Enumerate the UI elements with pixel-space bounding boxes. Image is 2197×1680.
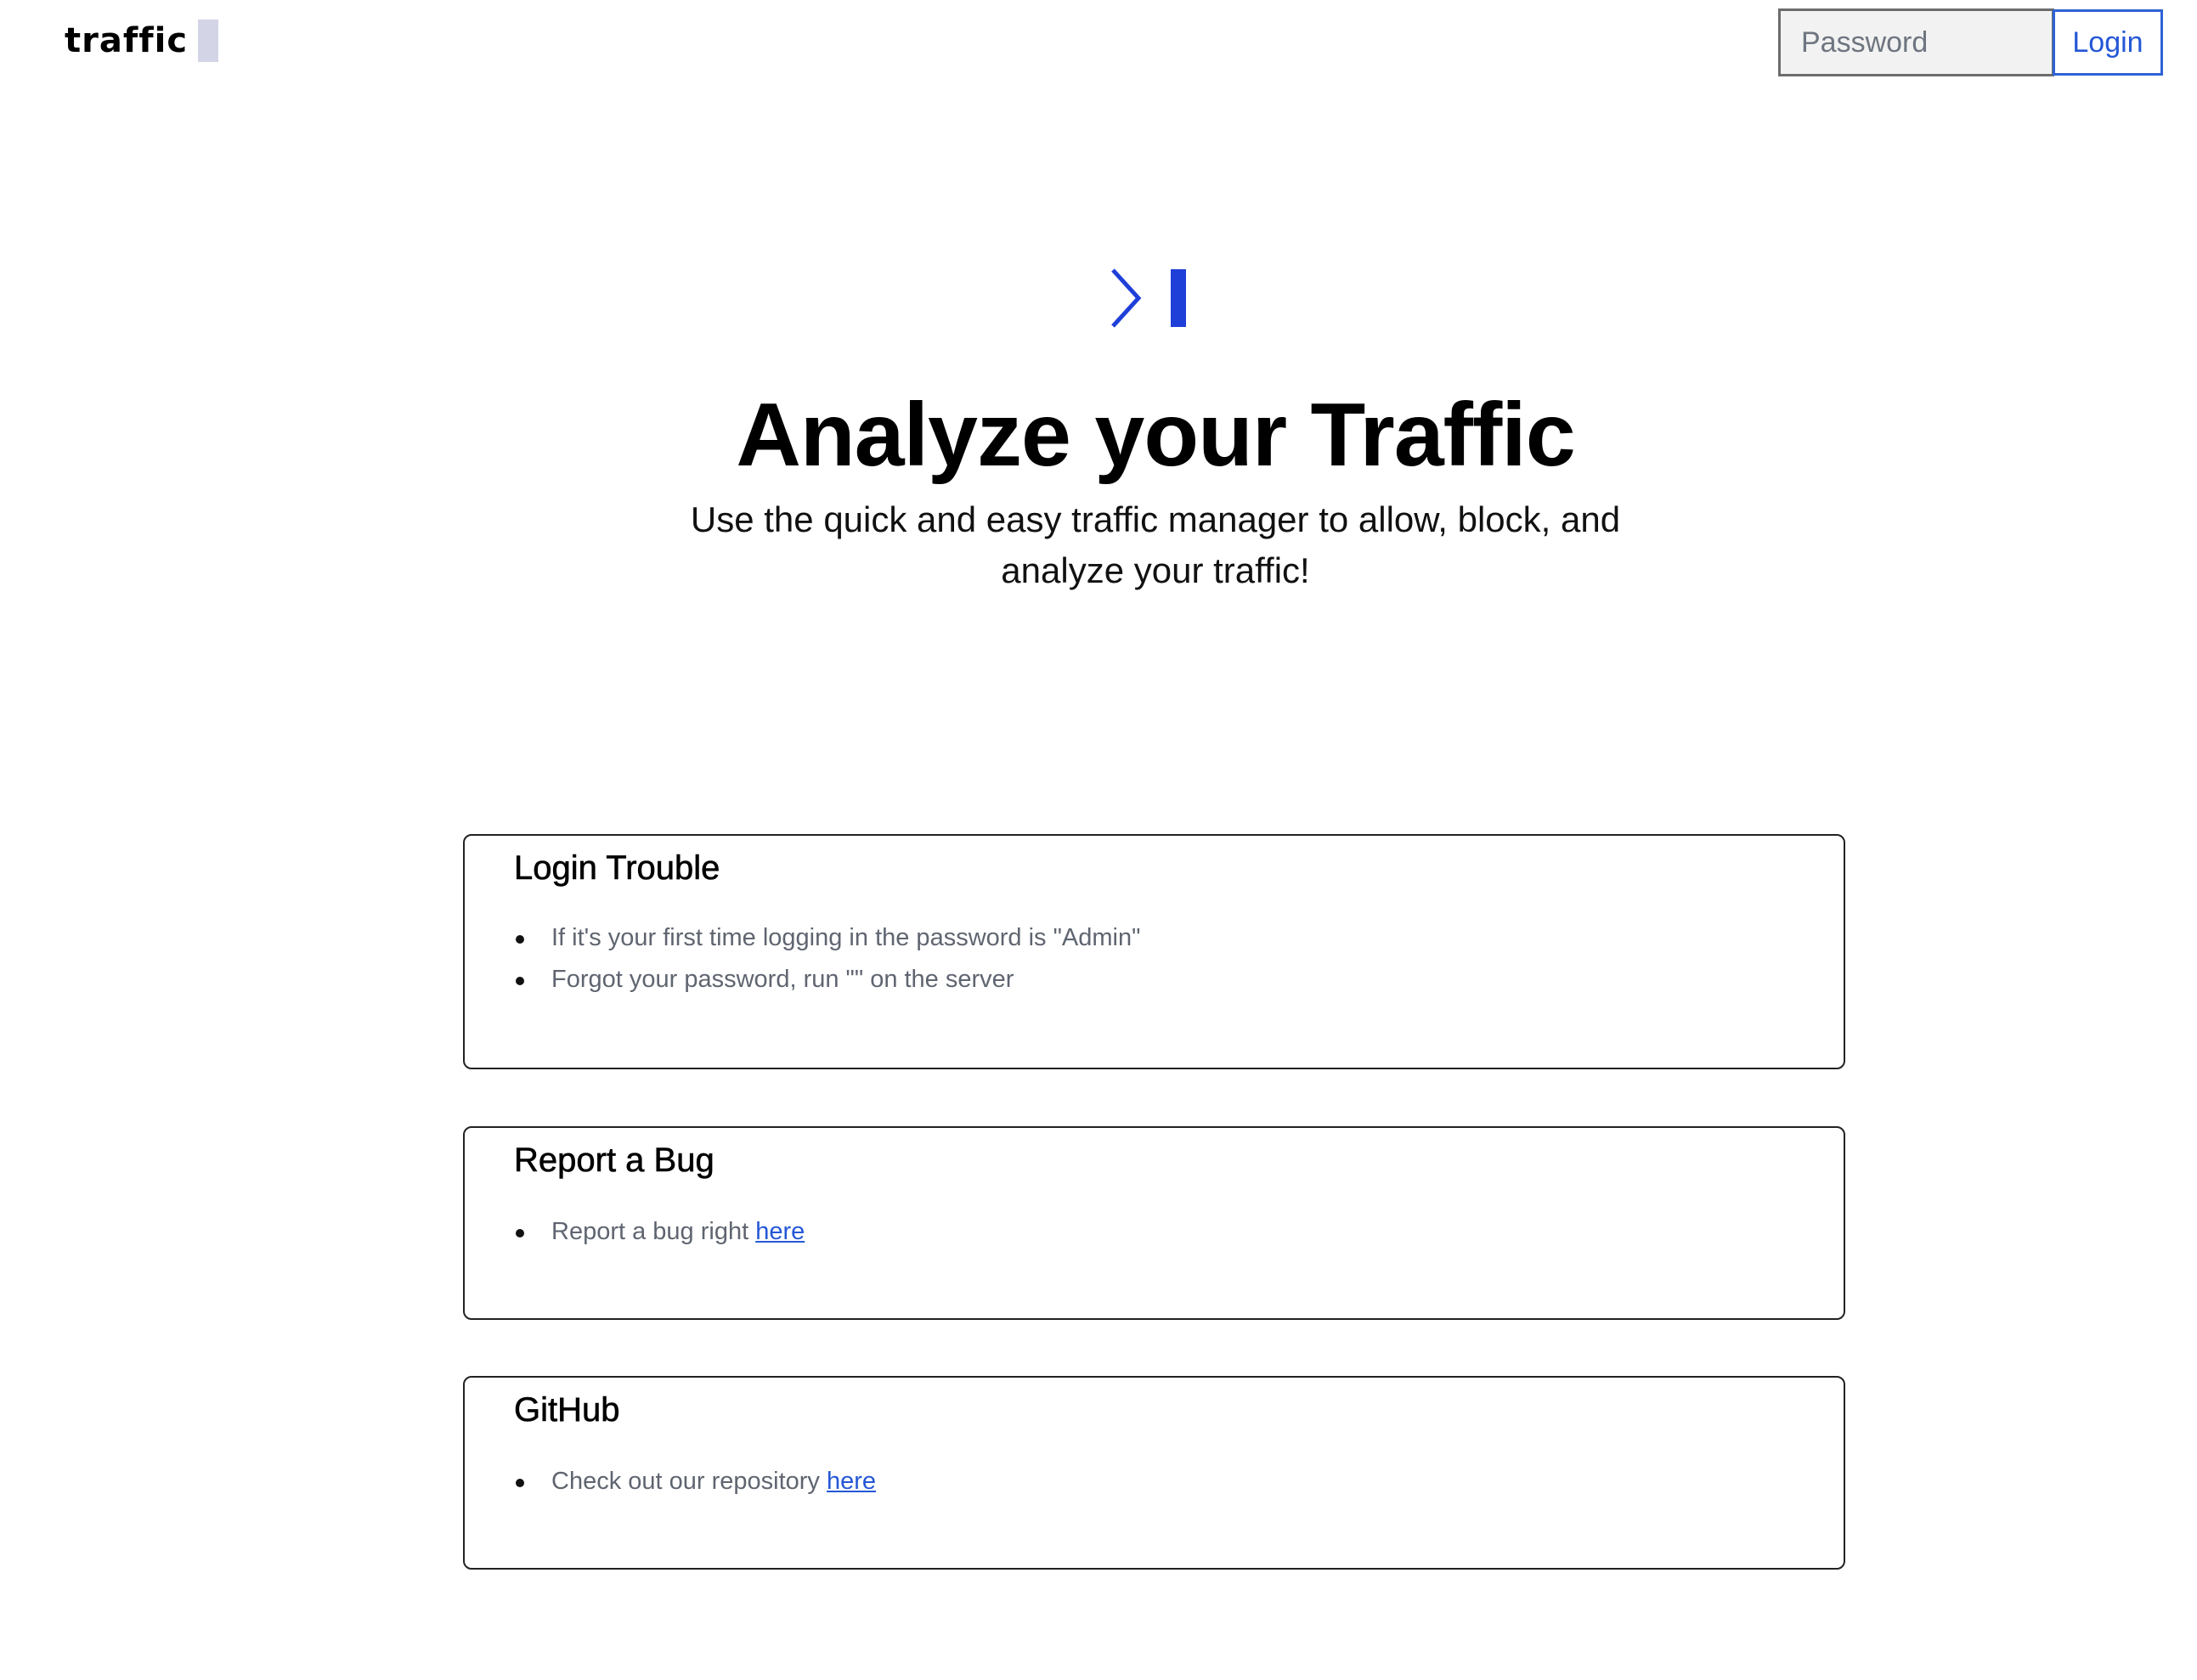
page-subtitle: Use the quick and easy traffic manager t… <box>690 499 1621 590</box>
bullet-icon <box>516 1229 524 1237</box>
github-card: GitHub Check out our repository here <box>463 1376 1845 1570</box>
bullet-icon <box>516 935 524 944</box>
list-item: Check out our repository here <box>514 1461 876 1502</box>
card-title: GitHub <box>514 1391 620 1429</box>
list-item: Report a bug right here <box>514 1211 805 1253</box>
list-item: If it's your first time logging in the p… <box>514 917 1140 959</box>
logo-cursor-block <box>198 20 219 62</box>
login-button[interactable]: Login <box>2053 9 2163 76</box>
logo: traffic <box>65 17 219 65</box>
login-trouble-card: Login Trouble If it's your first time lo… <box>463 834 1845 1069</box>
report-bug-list: Report a bug right here <box>514 1211 805 1253</box>
list-item-text: Report a bug right <box>551 1218 756 1245</box>
list-item: Forgot your password, run "" on the serv… <box>514 959 1140 1001</box>
login-trouble-list: If it's your first time logging in the p… <box>514 917 1140 1001</box>
bullet-icon <box>516 977 524 985</box>
logo-text: traffic <box>65 21 189 60</box>
github-repository-link[interactable]: here <box>827 1468 876 1495</box>
card-title: Login Trouble <box>514 849 720 888</box>
report-bug-card: Report a Bug Report a bug right here <box>463 1126 1845 1320</box>
password-input[interactable] <box>1778 8 2054 76</box>
terminal-prompt-icon <box>1111 268 1186 328</box>
page-title: Analyze your Traffic <box>736 385 1575 485</box>
report-bug-link[interactable]: here <box>755 1218 805 1245</box>
login-form: Login <box>1778 8 2163 76</box>
github-list: Check out our repository here <box>514 1461 876 1502</box>
list-item-text: Check out our repository <box>551 1468 827 1495</box>
bullet-icon <box>516 1479 524 1487</box>
list-item-text: Forgot your password, run "" on the serv… <box>551 966 1014 993</box>
card-title: Report a Bug <box>514 1142 714 1180</box>
list-item-text: If it's your first time logging in the p… <box>551 924 1141 951</box>
